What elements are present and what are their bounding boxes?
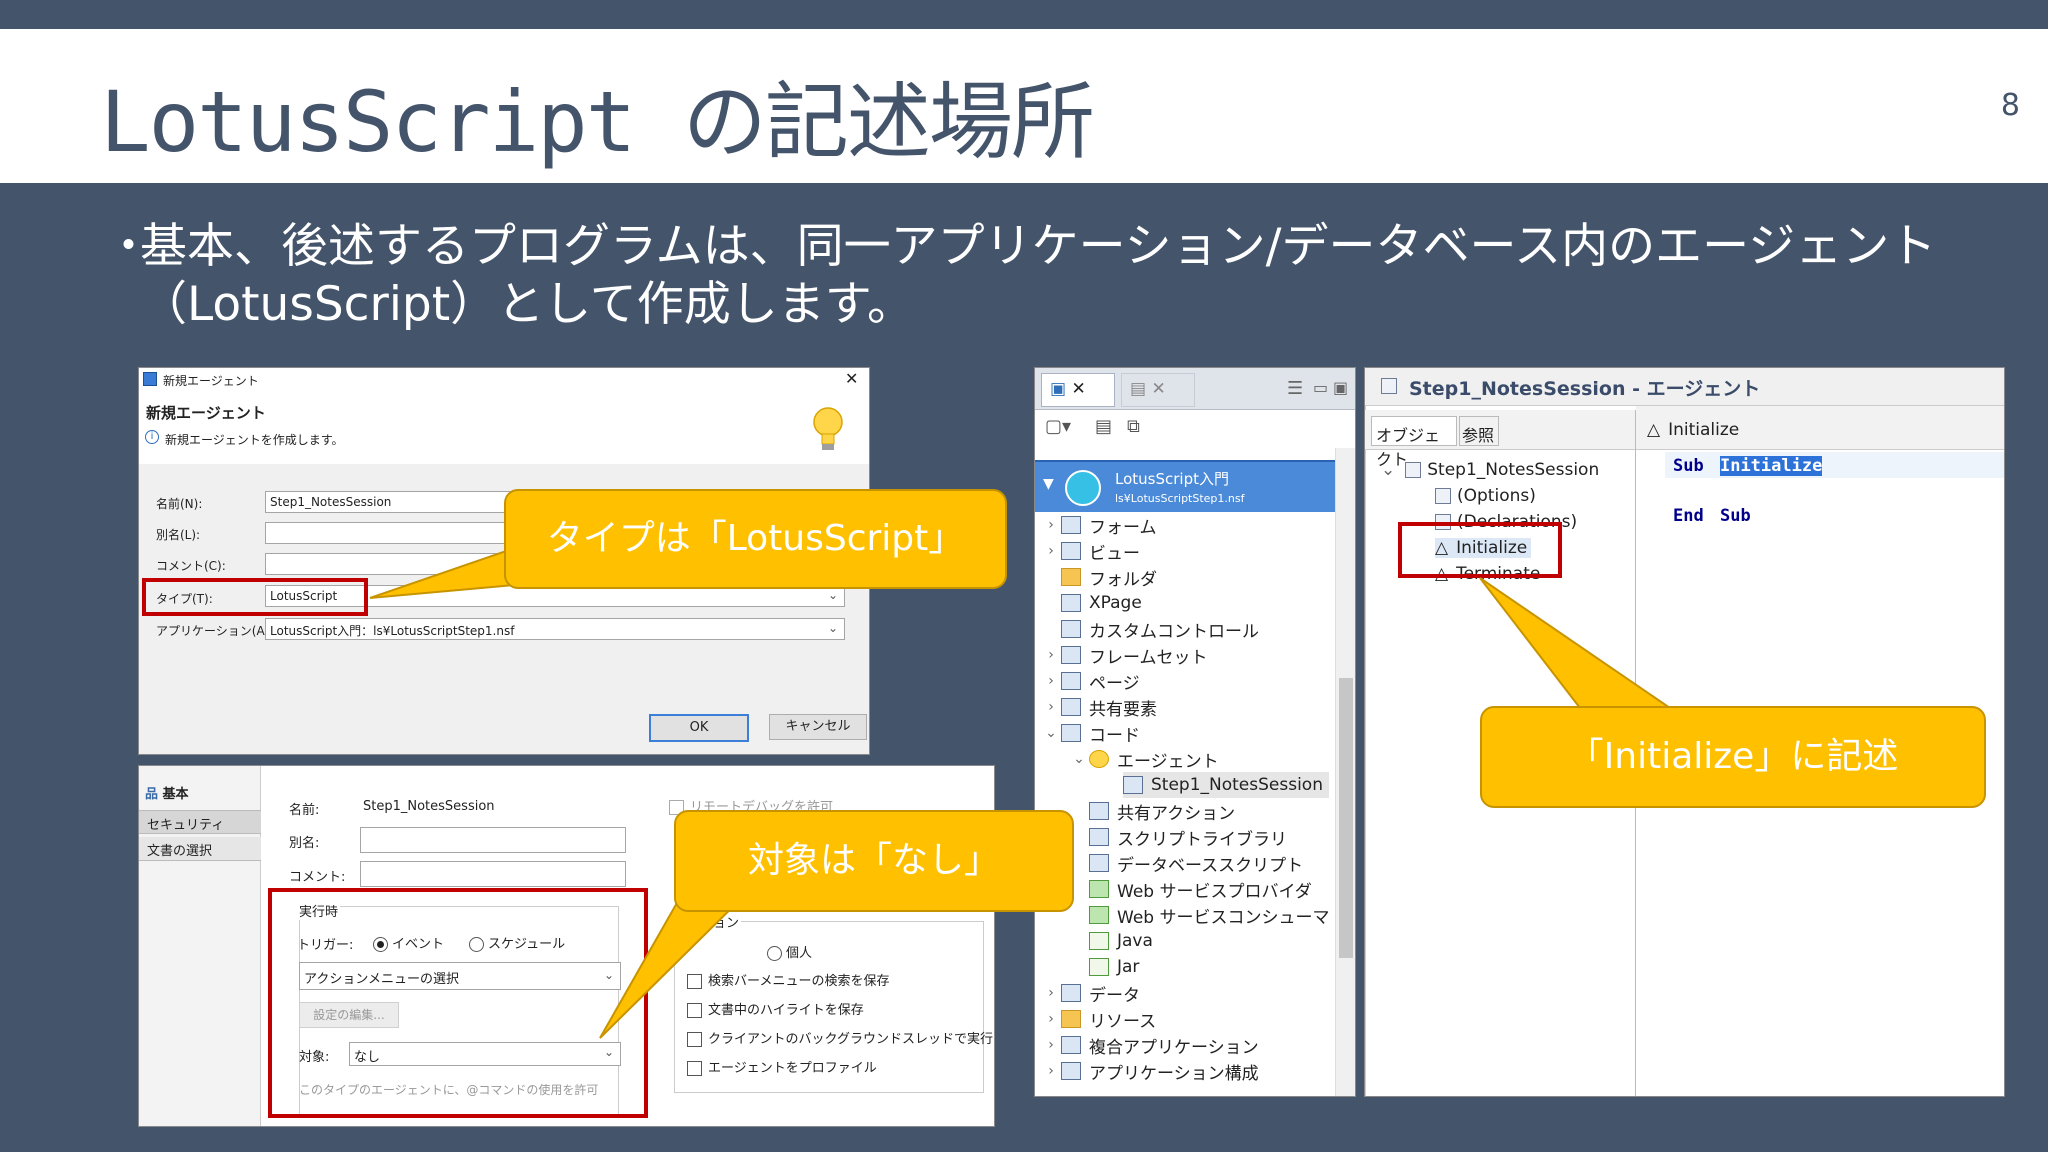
callout-target: 対象は「なし」: [674, 810, 1074, 912]
callout-pointers: [369, 546, 1674, 1039]
callout-initialize: 「Initialize」に記述: [1480, 706, 1986, 808]
callout-type-pointer: [369, 546, 516, 599]
callout-initialize-pointer: [1479, 577, 1674, 709]
callout-type: タイプは「LotusScript」: [504, 489, 1007, 589]
